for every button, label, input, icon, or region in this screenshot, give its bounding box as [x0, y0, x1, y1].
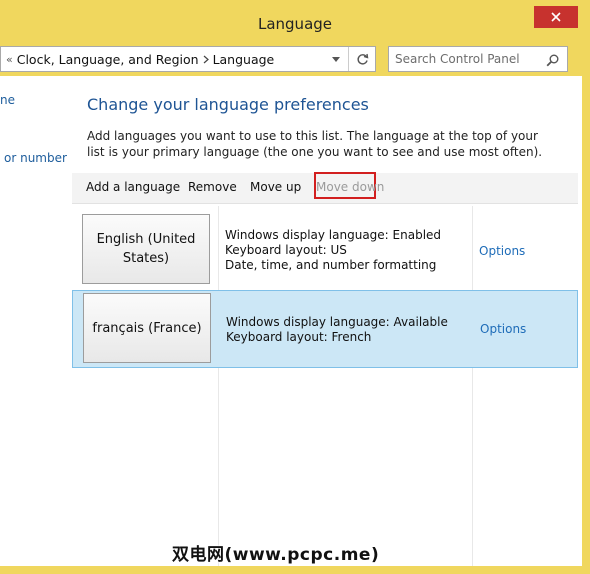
- options-link[interactable]: Options: [480, 322, 526, 336]
- language-toolbar: Add a language Remove Move up Move down: [72, 172, 578, 204]
- language-row-english[interactable]: English (United States) Windows display …: [72, 210, 578, 288]
- display-language-status: Windows display language: Available: [226, 315, 448, 329]
- address-bar[interactable]: « Clock, Language, and Region Language: [0, 46, 376, 72]
- language-info: Windows display language: Available Keyb…: [226, 315, 448, 345]
- address-bar-row: « Clock, Language, and Region Language: [0, 42, 586, 76]
- page-description: Add languages you want to use to this li…: [87, 129, 543, 159]
- move-up-button[interactable]: Move up: [250, 180, 301, 194]
- display-language-status: Windows display language: Enabled: [225, 228, 442, 242]
- breadcrumb-separator-icon[interactable]: [199, 55, 213, 64]
- overflow-chevron-icon[interactable]: «: [6, 53, 13, 66]
- close-icon: [551, 12, 561, 22]
- title-bar[interactable]: Language: [0, 0, 590, 42]
- breadcrumb-language[interactable]: Language: [213, 52, 275, 67]
- search-icon[interactable]: [546, 52, 559, 71]
- watermark: 双电网(www.pcpc.me): [172, 545, 380, 565]
- language-row-french[interactable]: français (France) Windows display langua…: [72, 290, 578, 368]
- language-tile[interactable]: français (France): [83, 293, 211, 363]
- options-link[interactable]: Options: [479, 244, 525, 258]
- keyboard-layout: Keyboard layout: French: [226, 330, 372, 344]
- close-button[interactable]: [534, 6, 578, 28]
- remove-button[interactable]: Remove: [188, 180, 237, 194]
- page-title: Change your language preferences: [87, 95, 369, 114]
- window-title: Language: [257, 15, 333, 33]
- move-down-button[interactable]: Move down: [316, 180, 384, 194]
- search-input[interactable]: [395, 50, 535, 68]
- language-info: Windows display language: Enabled Keyboa…: [225, 228, 441, 273]
- language-list: English (United States) Windows display …: [72, 206, 578, 566]
- sidebar-link-partial-1[interactable]: ne: [0, 93, 15, 107]
- refresh-icon[interactable]: [348, 47, 375, 71]
- add-language-button[interactable]: Add a language: [86, 180, 180, 194]
- search-box[interactable]: [388, 46, 568, 72]
- content-pane: ne or number Change your language prefer…: [0, 76, 582, 566]
- window-frame: Language « Clock, Language, and Region L…: [0, 0, 590, 574]
- language-tile[interactable]: English (United States): [82, 214, 210, 284]
- breadcrumb-clock-language-region[interactable]: Clock, Language, and Region: [17, 52, 199, 67]
- keyboard-layout: Keyboard layout: US: [225, 243, 347, 257]
- sidebar-link-partial-2[interactable]: or number: [4, 151, 67, 165]
- address-dropdown-icon[interactable]: [327, 47, 345, 71]
- formatting-status: Date, time, and number formatting: [225, 258, 437, 272]
